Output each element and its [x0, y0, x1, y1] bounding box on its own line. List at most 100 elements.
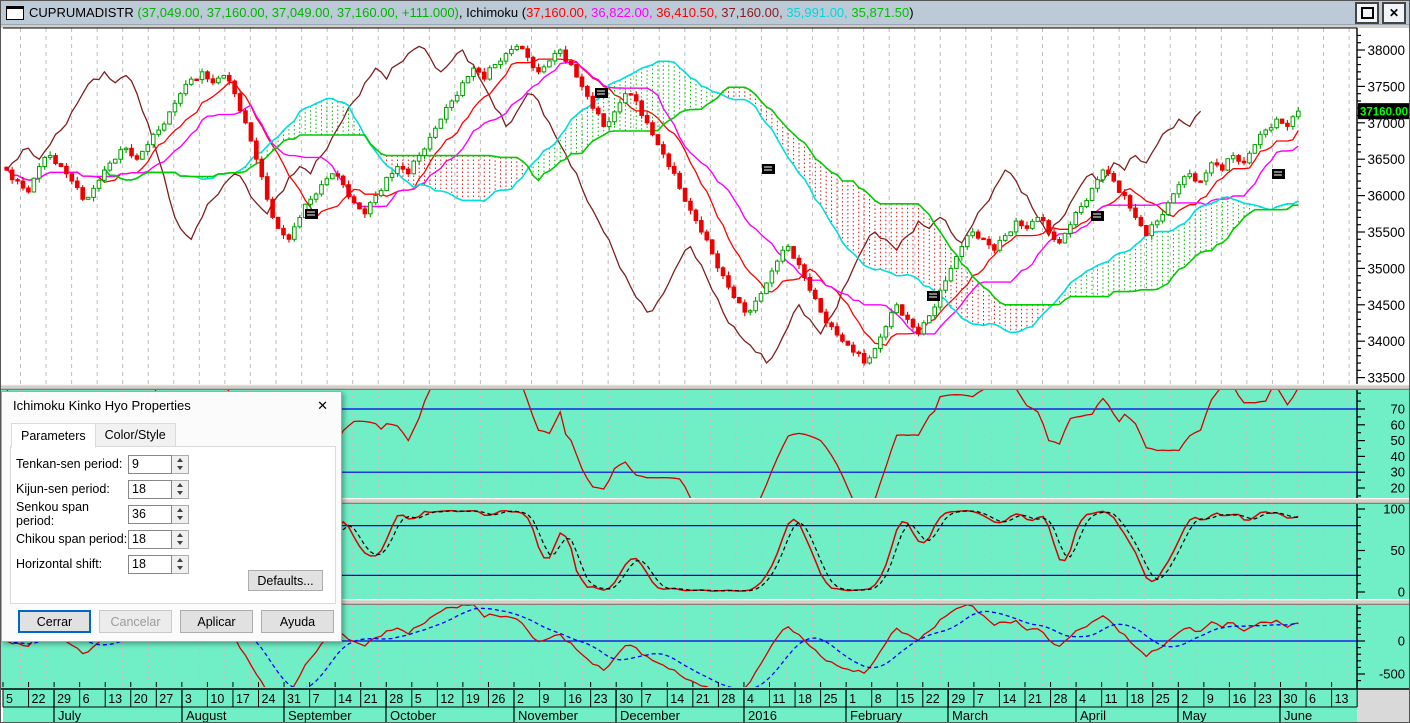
month-label: December [620, 708, 681, 723]
panel-axis-label: 30 [1391, 465, 1405, 480]
month-label: June [1284, 708, 1312, 723]
close-button[interactable]: ✕ [1382, 2, 1406, 24]
window-title: CUPRUMADISTR (37,049.00, 37,160.00, 37,0… [29, 5, 914, 20]
week-label: 17 [236, 692, 250, 706]
dialog-titlebar: Ichimoku Kinko Hyo Properties ✕ [2, 392, 341, 419]
month-label: July [58, 708, 82, 723]
dialog-tabstrip: Parameters Color/Style [11, 423, 176, 448]
title-segment: , Ichimoku ( [459, 5, 526, 20]
week-label: 14 [670, 692, 684, 706]
week-label: 30 [1284, 692, 1298, 706]
week-label: 28 [389, 692, 403, 706]
week-label: 3 [185, 692, 192, 706]
month-label: March [952, 708, 988, 723]
panel-axis-label: 0 [1398, 634, 1405, 649]
title-segment: 36,410.50, [656, 5, 721, 20]
panel-axis-label: 50 [1391, 433, 1405, 448]
spinner-up-icon[interactable] [172, 481, 188, 490]
spinner-down-icon[interactable] [172, 464, 188, 473]
note-marker-icon [1272, 169, 1285, 179]
chikou-period-label: Chikou span period: [16, 532, 128, 546]
week-label: 1 [849, 692, 856, 706]
week-label: 25 [824, 692, 838, 706]
price-axis-label: 35000 [1367, 261, 1405, 276]
panel-axis-label: 50 [1391, 543, 1405, 558]
tenkan-period-value[interactable]: 9 [128, 455, 172, 474]
title-segment: (37,049.00, 37,160.00, 37,049.00, 37,160… [137, 5, 459, 20]
week-label: 13 [1335, 692, 1349, 706]
week-label: 14 [338, 692, 352, 706]
week-label: 6 [1309, 692, 1316, 706]
month-label: April [1080, 708, 1106, 723]
month-label: October [390, 708, 437, 723]
kijun-period-stepper[interactable]: 18 [128, 480, 189, 499]
horizontal-shift-label: Horizontal shift: [16, 557, 128, 571]
window-buttons: ✕ [1355, 2, 1409, 24]
week-label: 26 [491, 692, 505, 706]
defaults-button[interactable]: Defaults... [248, 570, 323, 591]
title-segment: 36,822.00, [591, 5, 656, 20]
tab-parameters[interactable]: Parameters [11, 423, 96, 448]
field-row-chikou: Chikou span period: 18 [16, 529, 316, 549]
ayuda-button[interactable]: Ayuda [261, 610, 334, 633]
week-label: 12 [440, 692, 454, 706]
panel-axis-label: 0 [1398, 585, 1405, 600]
spinner-down-icon[interactable] [172, 489, 188, 498]
title-segment: 37,160.00, [526, 5, 591, 20]
week-label: 29 [951, 692, 965, 706]
week-label: 7 [313, 692, 320, 706]
kijun-period-value[interactable]: 18 [128, 480, 172, 499]
title-segment: 37,160.00, [721, 5, 786, 20]
month-label: 2016 [748, 708, 777, 723]
senkou-period-value[interactable]: 36 [128, 505, 172, 524]
week-label: 5 [6, 692, 13, 706]
week-label: 21 [1028, 692, 1042, 706]
week-label: 23 [1258, 692, 1272, 706]
spinner-up-icon[interactable] [172, 456, 188, 465]
week-label: 25 [1156, 692, 1170, 706]
chikou-period-stepper[interactable]: 18 [128, 530, 189, 549]
price-axis-label: 34500 [1367, 298, 1405, 313]
week-label: 21 [364, 692, 378, 706]
dialog-close-icon[interactable]: ✕ [317, 398, 341, 414]
spinner-up-icon[interactable] [172, 506, 188, 515]
window-titlebar: CUPRUMADISTR (37,049.00, 37,160.00, 37,0… [1, 1, 1409, 25]
price-axis-label: 35500 [1367, 225, 1405, 240]
field-row-senkou: Senkou span period: 36 [16, 504, 316, 524]
week-label: 19 [466, 692, 480, 706]
cancelar-button[interactable]: Cancelar [99, 610, 172, 633]
week-label: 4 [747, 692, 754, 706]
price-axis-label: 36500 [1367, 152, 1405, 167]
horizontal-shift-value[interactable]: 18 [128, 555, 172, 574]
tab-color-style[interactable]: Color/Style [95, 423, 176, 448]
horizontal-shift-stepper[interactable]: 18 [128, 555, 189, 574]
cerrar-button[interactable]: Cerrar [18, 610, 91, 633]
senkou-period-stepper[interactable]: 36 [128, 505, 189, 524]
week-label: 31 [287, 692, 301, 706]
note-marker-icon [595, 88, 608, 98]
dialog-title: Ichimoku Kinko Hyo Properties [2, 398, 191, 413]
spinner-up-icon[interactable] [172, 531, 188, 540]
week-label: 22 [32, 692, 46, 706]
week-label: 10 [210, 692, 224, 706]
chikou-period-value[interactable]: 18 [128, 530, 172, 549]
week-label: 11 [1105, 692, 1118, 706]
aplicar-button[interactable]: Aplicar [180, 610, 253, 633]
price-axis-label: 34000 [1367, 334, 1405, 349]
month-label: November [518, 708, 579, 723]
spinner-down-icon[interactable] [172, 514, 188, 523]
tenkan-period-stepper[interactable]: 9 [128, 455, 189, 474]
maximize-button[interactable] [1355, 2, 1379, 24]
note-marker-icon [762, 164, 775, 174]
chart-window: CUPRUMADISTR (37,049.00, 37,160.00, 37,0… [0, 0, 1410, 723]
panel-axis-label: 70 [1391, 402, 1405, 417]
spinner-down-icon[interactable] [172, 539, 188, 548]
week-label: 2 [1181, 692, 1188, 706]
spinner-down-icon[interactable] [172, 564, 188, 573]
week-label: 6 [83, 692, 90, 706]
field-row-kijun: Kijun-sen period: 18 [16, 479, 316, 499]
panel-axis-label: 40 [1391, 449, 1405, 464]
week-label: 30 [619, 692, 633, 706]
maximize-icon [1361, 7, 1374, 19]
spinner-up-icon[interactable] [172, 556, 188, 565]
